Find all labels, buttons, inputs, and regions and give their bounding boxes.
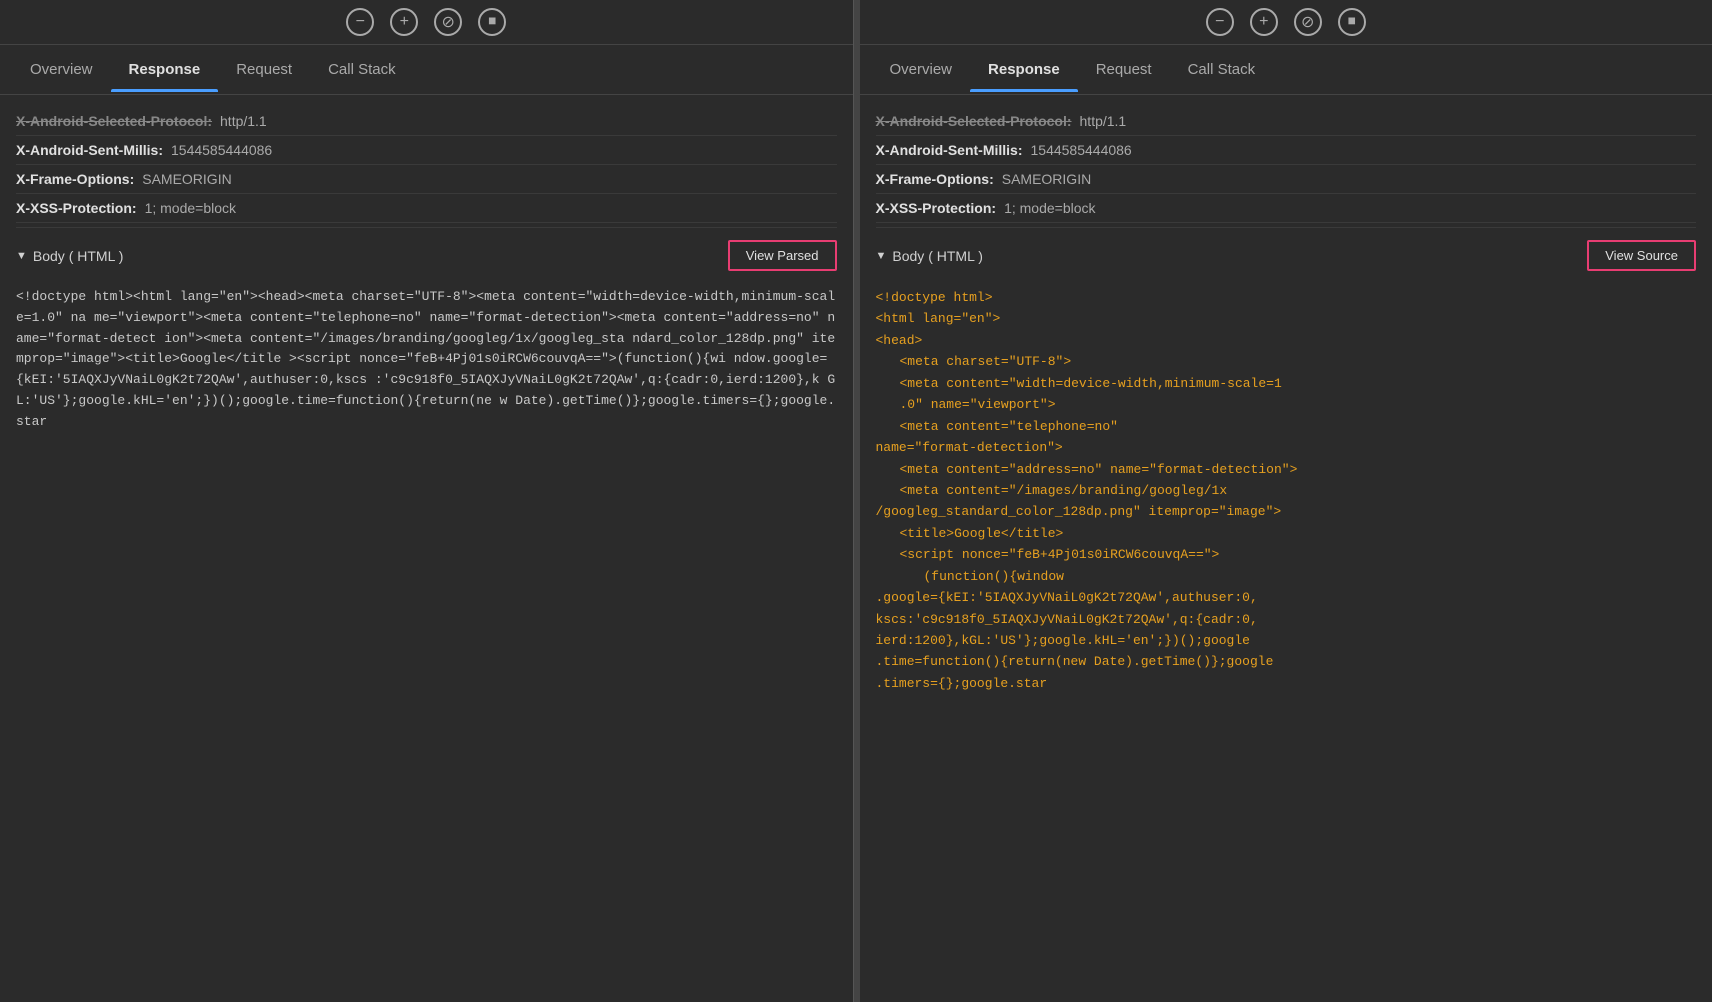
header-value-millis-left: 1544585444086: [171, 142, 272, 158]
tab-request-left[interactable]: Request: [218, 47, 310, 92]
header-key-frame-right: X-Frame-Options:: [876, 171, 994, 187]
minimize-icon-left[interactable]: −: [346, 8, 374, 36]
right-panel: − + ⊘ ⏹ Overview Response Request Call S…: [860, 0, 1712, 1002]
maximize-icon-right[interactable]: +: [1250, 8, 1278, 36]
right-top-bar: − + ⊘ ⏹: [860, 0, 1712, 45]
header-value-xss-left: 1; mode=block: [145, 200, 236, 216]
header-value-xss-right: 1; mode=block: [1004, 200, 1095, 216]
body-title-right-inner: ▼ Body ( HTML ): [876, 248, 983, 264]
header-row-millis-left: X-Android-Sent-Millis: 1544585444086: [16, 136, 837, 165]
body-html-label-left: Body ( HTML ): [33, 248, 124, 264]
header-row-frame-right: X-Frame-Options: SAMEORIGIN: [876, 165, 1697, 194]
right-tabs-bar: Overview Response Request Call Stack: [860, 45, 1712, 95]
header-value-frame-right: SAMEORIGIN: [1002, 171, 1091, 187]
header-row-xss-right: X-XSS-Protection: 1; mode=block: [876, 194, 1697, 223]
header-value-frame-left: SAMEORIGIN: [142, 171, 231, 187]
left-window-controls: − + ⊘ ⏹: [346, 8, 506, 36]
header-row-millis-right: X-Android-Sent-Millis: 1544585444086: [876, 136, 1697, 165]
stop-icon-right[interactable]: ⊘: [1294, 8, 1322, 36]
tab-callstack-right[interactable]: Call Stack: [1170, 47, 1274, 92]
header-key-xss-left: X-XSS-Protection:: [16, 200, 137, 216]
body-content-left: <!doctype html><html lang="en"><head><me…: [16, 279, 837, 441]
header-row-xss-left: X-XSS-Protection: 1; mode=block: [16, 194, 837, 223]
header-key-millis-right: X-Android-Sent-Millis:: [876, 142, 1023, 158]
body-content-right: <!doctype html> <html lang="en"> <head> …: [876, 279, 1697, 702]
tab-callstack-left[interactable]: Call Stack: [310, 47, 414, 92]
view-parsed-button[interactable]: View Parsed: [728, 240, 837, 271]
header-value-protocol-right: http/1.1: [1080, 113, 1127, 129]
body-title-left-inner: ▼ Body ( HTML ): [16, 248, 123, 264]
tab-response-left[interactable]: Response: [111, 47, 219, 92]
right-panel-content: X-Android-Selected-Protocol: http/1.1 X-…: [860, 95, 1712, 1002]
record-icon-right[interactable]: ⏹: [1338, 8, 1366, 36]
header-row-frame-left: X-Frame-Options: SAMEORIGIN: [16, 165, 837, 194]
view-source-button[interactable]: View Source: [1587, 240, 1696, 271]
stop-icon-left[interactable]: ⊘: [434, 8, 462, 36]
header-value-protocol-left: http/1.1: [220, 113, 267, 129]
header-value-millis-right: 1544585444086: [1031, 142, 1132, 158]
header-key-millis-left: X-Android-Sent-Millis:: [16, 142, 163, 158]
left-top-bar: − + ⊘ ⏹: [0, 0, 853, 45]
body-html-label-right: Body ( HTML ): [892, 248, 983, 264]
body-section-title-left: ▼ Body ( HTML ) View Parsed: [16, 227, 837, 279]
header-key-protocol-right: X-Android-Selected-Protocol:: [876, 113, 1072, 129]
tab-overview-right[interactable]: Overview: [872, 47, 971, 92]
minimize-icon-right[interactable]: −: [1206, 8, 1234, 36]
header-row-protocol-right: X-Android-Selected-Protocol: http/1.1: [876, 107, 1697, 136]
triangle-icon-right: ▼: [876, 250, 887, 262]
header-key-frame-left: X-Frame-Options:: [16, 171, 134, 187]
tab-request-right[interactable]: Request: [1078, 47, 1170, 92]
tab-response-right[interactable]: Response: [970, 47, 1078, 92]
left-tabs-bar: Overview Response Request Call Stack: [0, 45, 853, 95]
header-key-xss-right: X-XSS-Protection:: [876, 200, 997, 216]
right-window-controls: − + ⊘ ⏹: [1206, 8, 1366, 36]
body-section-title-right: ▼ Body ( HTML ) View Source: [876, 227, 1697, 279]
left-panel-content: X-Android-Selected-Protocol: http/1.1 X-…: [0, 95, 853, 1002]
left-panel: − + ⊘ ⏹ Overview Response Request Call S…: [0, 0, 854, 1002]
header-key-protocol-left: X-Android-Selected-Protocol:: [16, 113, 212, 129]
tab-overview-left[interactable]: Overview: [12, 47, 111, 92]
maximize-icon-left[interactable]: +: [390, 8, 418, 36]
record-icon-left[interactable]: ⏹: [478, 8, 506, 36]
header-row-protocol-left: X-Android-Selected-Protocol: http/1.1: [16, 107, 837, 136]
triangle-icon-left: ▼: [16, 250, 27, 262]
